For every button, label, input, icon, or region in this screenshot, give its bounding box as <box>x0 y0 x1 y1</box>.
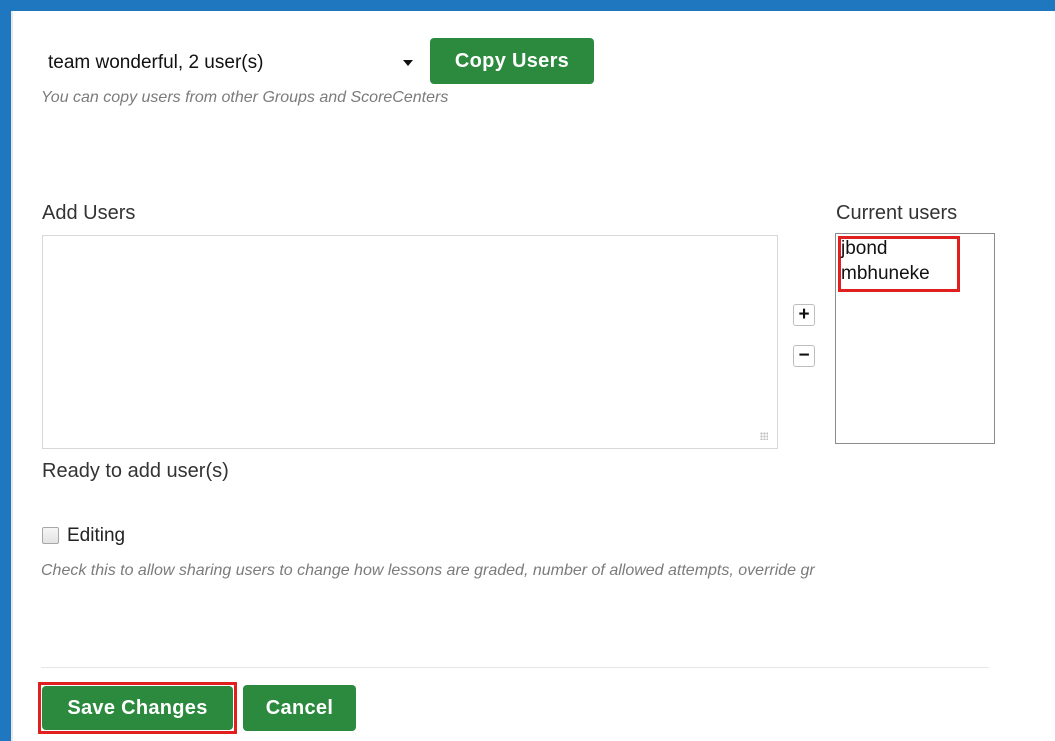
editing-checkbox[interactable] <box>42 527 59 544</box>
remove-user-button[interactable]: − <box>793 345 815 367</box>
ready-status: Ready to add user(s) <box>42 460 229 482</box>
editing-hint: Check this to allow sharing users to cha… <box>41 562 815 579</box>
current-users-label: Current users <box>836 202 958 224</box>
window-left-border <box>0 0 11 741</box>
group-select-value: team wonderful, 2 user(s) <box>48 52 264 73</box>
chevron-down-icon[interactable] <box>403 60 413 66</box>
list-item[interactable]: jbond <box>841 238 888 260</box>
add-user-button[interactable]: + <box>793 304 815 326</box>
current-users-list[interactable]: jbond mbhuneke <box>835 233 995 444</box>
copy-users-hint: You can copy users from other Groups and… <box>41 89 449 106</box>
group-select[interactable]: team wonderful, 2 user(s) <box>41 48 423 78</box>
save-changes-button[interactable]: Save Changes <box>42 686 233 730</box>
list-item[interactable]: mbhuneke <box>841 263 930 285</box>
editing-label: Editing <box>67 525 126 546</box>
copy-users-button[interactable]: Copy Users <box>430 38 594 84</box>
window-left-shadow <box>11 11 13 741</box>
resize-grip-icon[interactable] <box>760 432 768 440</box>
divider <box>41 667 989 668</box>
add-users-label: Add Users <box>42 202 136 224</box>
cancel-button[interactable]: Cancel <box>243 685 356 731</box>
add-users-textarea[interactable] <box>42 235 778 449</box>
window-top-border <box>0 0 1055 11</box>
